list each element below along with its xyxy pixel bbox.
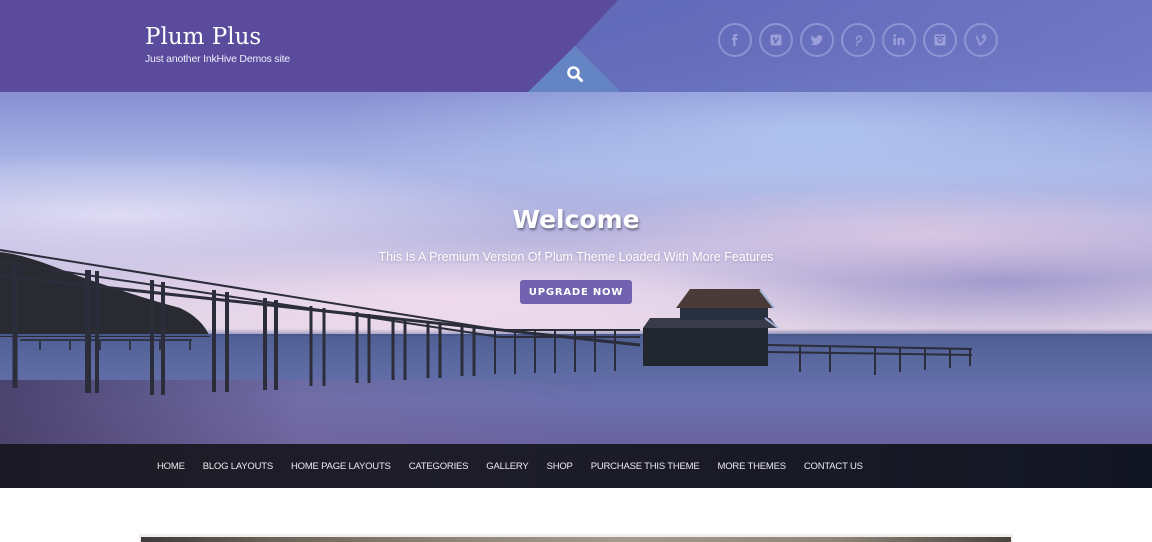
site-header: Plum Plus Just another InkHive Demos sit…: [0, 0, 1152, 92]
social-link-vimeo[interactable]: [759, 23, 793, 57]
vimeo-icon: [770, 34, 782, 46]
linkedin-icon: [893, 34, 905, 45]
hero-boathouse: [643, 289, 779, 366]
nav-menu: HOME BLOG LAYOUTS HOME PAGE LAYOUTS CATE…: [157, 444, 881, 488]
nav-item-gallery[interactable]: GALLERY: [486, 461, 528, 472]
nav-item-home-page-layouts[interactable]: HOME PAGE LAYOUTS: [291, 461, 391, 472]
social-link-linkedin[interactable]: [882, 23, 916, 57]
nav-item-blog-layouts[interactable]: BLOG LAYOUTS: [203, 461, 273, 472]
search-button[interactable]: [566, 65, 584, 83]
nav-item-more-themes[interactable]: MORE THEMES: [718, 461, 787, 472]
nav-item-contact-us[interactable]: CONTACT US: [804, 461, 863, 472]
pinterest-icon: [855, 35, 862, 47]
nav-item-home[interactable]: HOME: [157, 461, 185, 472]
main-navigation: HOME BLOG LAYOUTS HOME PAGE LAYOUTS CATE…: [0, 444, 1152, 488]
hero-distant-jetty: [20, 339, 192, 350]
hero-main-pier: [0, 249, 641, 395]
social-link-twitter[interactable]: [800, 23, 834, 57]
social-link-pinterest[interactable]: [841, 23, 875, 57]
hero-right-jetty: [767, 344, 973, 375]
upgrade-now-button[interactable]: UPGRADE NOW: [520, 280, 632, 304]
nav-item-purchase-this-theme[interactable]: PURCHASE THIS THEME: [591, 461, 700, 472]
facebook-icon: [732, 34, 738, 46]
twitter-icon: [810, 35, 823, 46]
nav-item-shop[interactable]: SHOP: [547, 461, 573, 472]
nav-item-categories[interactable]: CATEGORIES: [409, 461, 469, 472]
search-icon: [567, 66, 583, 82]
site-title[interactable]: Plum Plus: [145, 24, 261, 50]
hero-title: Welcome: [512, 205, 640, 234]
featured-post-image[interactable]: [141, 537, 1011, 542]
instagram-icon: [934, 34, 946, 46]
social-links: [718, 23, 998, 57]
social-link-vine[interactable]: [964, 23, 998, 57]
social-link-facebook[interactable]: [718, 23, 752, 57]
site-tagline: Just another InkHive Demos site: [145, 53, 290, 65]
hero-subtitle: This Is A Premium Version Of Plum Theme …: [378, 250, 774, 264]
vine-icon: [975, 34, 987, 47]
social-link-instagram[interactable]: [923, 23, 957, 57]
